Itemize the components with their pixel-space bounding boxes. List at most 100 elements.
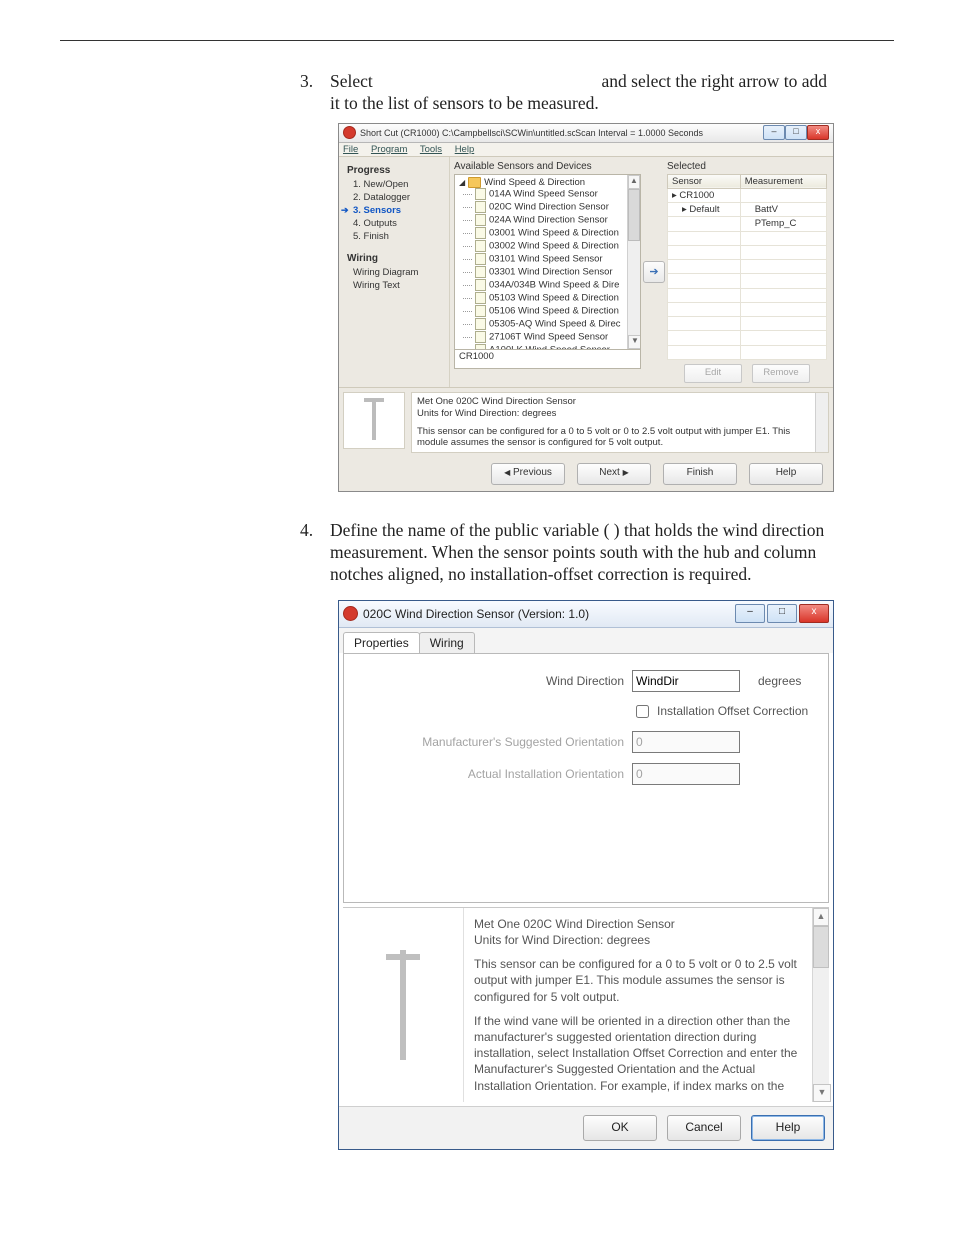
table-row[interactable]: PTemp_C bbox=[668, 217, 827, 231]
document-icon bbox=[475, 227, 486, 239]
step-4-text: Define the name of the public variable (… bbox=[330, 520, 839, 586]
col-sensor[interactable]: Sensor bbox=[668, 174, 741, 188]
tree-item[interactable]: 03001 Wind Speed & Direction bbox=[475, 227, 638, 240]
maximize-button[interactable]: □ bbox=[785, 125, 807, 140]
scroll-up-icon[interactable]: ▲ bbox=[628, 175, 640, 189]
tree-item[interactable]: A100LK Wind Speed Sensor bbox=[475, 344, 638, 350]
close-button[interactable]: x bbox=[807, 125, 829, 140]
cancel-button[interactable]: Cancel bbox=[667, 1115, 741, 1141]
app-icon bbox=[343, 126, 356, 139]
sensor-image bbox=[343, 908, 464, 1102]
selected-label: Selected bbox=[667, 161, 827, 172]
tree-root-label[interactable]: Wind Speed & Direction bbox=[484, 177, 585, 188]
scan-interval-label: Scan Interval = 1.0000 Seconds bbox=[575, 128, 703, 138]
previous-button[interactable]: ◀ Previous bbox=[491, 463, 565, 485]
tree-item[interactable]: 05103 Wind Speed & Direction bbox=[475, 292, 638, 305]
edit-button[interactable]: Edit bbox=[684, 364, 742, 383]
document-icon bbox=[475, 188, 486, 200]
dialog-maximize-button[interactable]: □ bbox=[767, 604, 797, 623]
progress-step-1[interactable]: 1. New/Open bbox=[347, 178, 443, 191]
tree-item[interactable]: 020C Wind Direction Sensor bbox=[475, 201, 638, 214]
desc-p2: If the wind vane will be oriented in a d… bbox=[474, 1013, 811, 1094]
aio-label: Actual Installation Orientation bbox=[358, 767, 632, 781]
document-icon bbox=[475, 292, 486, 304]
menu-help[interactable]: Help bbox=[455, 144, 475, 155]
step-3-text-b: and select the right arrow to add it to … bbox=[330, 71, 827, 113]
desc-units: Units for Wind Direction: degrees bbox=[474, 932, 811, 948]
offset-correction-label: Installation Offset Correction bbox=[657, 704, 808, 718]
scroll-thumb[interactable] bbox=[628, 189, 640, 241]
help-button[interactable]: Help bbox=[749, 463, 823, 485]
dialog-minimize-button[interactable]: – bbox=[735, 604, 765, 623]
sensor-tree[interactable]: ◢ Wind Speed & Direction 014A Wind Speed … bbox=[454, 174, 641, 350]
document-icon bbox=[475, 201, 486, 213]
desc-p1: This sensor can be configured for a 0 to… bbox=[474, 956, 811, 1005]
titlebar: Short Cut (CR1000) C:\Campbellsci\SCWin\… bbox=[339, 124, 833, 143]
wiring-diagram-link[interactable]: Wiring Diagram bbox=[347, 266, 443, 279]
tree-item[interactable]: 034A/034B Wind Speed & Dire bbox=[475, 279, 638, 292]
progress-panel: Progress 1. New/Open2. Datalogger3. Sens… bbox=[339, 157, 450, 387]
step-3-text-a: Select bbox=[330, 71, 373, 91]
minimize-button[interactable]: – bbox=[763, 125, 785, 140]
desc-title: Met One 020C Wind Direction Sensor bbox=[474, 916, 811, 932]
sensor-thumbnail bbox=[343, 392, 405, 449]
desc-scrollbar[interactable]: ▲ ▼ bbox=[812, 908, 829, 1102]
table-row[interactable]: ▸ CR1000 bbox=[668, 188, 827, 202]
tree-scrollbar[interactable]: ▲ ▼ bbox=[627, 175, 640, 349]
progress-step-3[interactable]: 3. Sensors bbox=[347, 204, 443, 217]
window-title: Short Cut (CR1000) C:\Campbellsci\SCWin\… bbox=[360, 128, 575, 138]
wind-direction-input[interactable] bbox=[632, 670, 740, 692]
tree-item[interactable]: 03002 Wind Speed & Direction bbox=[475, 240, 638, 253]
dialog-close-button[interactable]: x bbox=[799, 604, 829, 623]
wind-direction-label: Wind Direction bbox=[358, 674, 632, 688]
dialog-help-button[interactable]: Help bbox=[751, 1115, 825, 1141]
mso-label: Manufacturer's Suggested Orientation bbox=[358, 735, 632, 749]
document-icon bbox=[475, 331, 486, 343]
next-button[interactable]: Next ▶ bbox=[577, 463, 651, 485]
scroll-down-icon[interactable]: ▼ bbox=[628, 335, 641, 349]
desc-scroll-down-icon[interactable]: ▼ bbox=[813, 1084, 831, 1102]
progress-step-2[interactable]: 2. Datalogger bbox=[347, 191, 443, 204]
tree-item[interactable]: 014A Wind Speed Sensor bbox=[475, 188, 638, 201]
aio-input bbox=[632, 763, 740, 785]
add-sensor-button[interactable]: ➔ bbox=[643, 261, 665, 283]
wiring-text-link[interactable]: Wiring Text bbox=[347, 279, 443, 292]
tree-item[interactable]: 05305-AQ Wind Speed & Direc bbox=[475, 318, 638, 331]
col-measurement[interactable]: Measurement bbox=[740, 174, 826, 188]
step-4: 4. Define the name of the public variabl… bbox=[300, 520, 839, 586]
dialog-title: 020C Wind Direction Sensor (Version: 1.0… bbox=[363, 607, 735, 621]
desc-scroll-up-icon[interactable]: ▲ bbox=[813, 908, 829, 926]
menu-tools[interactable]: Tools bbox=[420, 144, 442, 155]
progress-step-5[interactable]: 5. Finish bbox=[347, 230, 443, 243]
document-icon bbox=[475, 344, 486, 350]
menu-file[interactable]: File bbox=[343, 144, 358, 155]
document-icon bbox=[475, 305, 486, 317]
remove-button[interactable]: Remove bbox=[752, 364, 810, 383]
info-title: Met One 020C Wind Direction Sensor bbox=[417, 396, 823, 408]
document-icon bbox=[475, 253, 486, 265]
offset-correction-checkbox[interactable] bbox=[636, 705, 649, 718]
selected-table[interactable]: Sensor Measurement ▸ CR1000▸ DefaultBatt… bbox=[667, 174, 827, 360]
tab-properties[interactable]: Properties bbox=[343, 632, 420, 653]
tree-collapse-icon[interactable]: ◢ bbox=[459, 178, 465, 187]
tree-item[interactable]: 27106T Wind Speed Sensor bbox=[475, 331, 638, 344]
tree-item[interactable]: 024A Wind Direction Sensor bbox=[475, 214, 638, 227]
ok-button[interactable]: OK bbox=[583, 1115, 657, 1141]
desc-scroll-thumb[interactable] bbox=[813, 926, 829, 968]
table-row[interactable]: ▸ DefaultBattV bbox=[668, 203, 827, 217]
menu-program[interactable]: Program bbox=[371, 144, 407, 155]
mso-input bbox=[632, 731, 740, 753]
tree-item[interactable]: 05106 Wind Speed & Direction bbox=[475, 305, 638, 318]
tree-item[interactable]: 03301 Wind Direction Sensor bbox=[475, 266, 638, 279]
tree-item[interactable]: 03101 Wind Speed Sensor bbox=[475, 253, 638, 266]
sensor-properties-dialog: 020C Wind Direction Sensor (Version: 1.0… bbox=[338, 600, 834, 1150]
tab-strip: Properties Wiring bbox=[339, 628, 833, 653]
menubar: File Program Tools Help bbox=[339, 143, 833, 157]
progress-step-4[interactable]: 4. Outputs bbox=[347, 217, 443, 230]
finish-button[interactable]: Finish bbox=[663, 463, 737, 485]
available-label: Available Sensors and Devices bbox=[454, 161, 641, 172]
dialog-icon bbox=[343, 606, 358, 621]
tab-wiring[interactable]: Wiring bbox=[419, 632, 475, 653]
info-scrollbar[interactable] bbox=[815, 393, 828, 453]
step-3-number: 3. bbox=[300, 71, 330, 115]
